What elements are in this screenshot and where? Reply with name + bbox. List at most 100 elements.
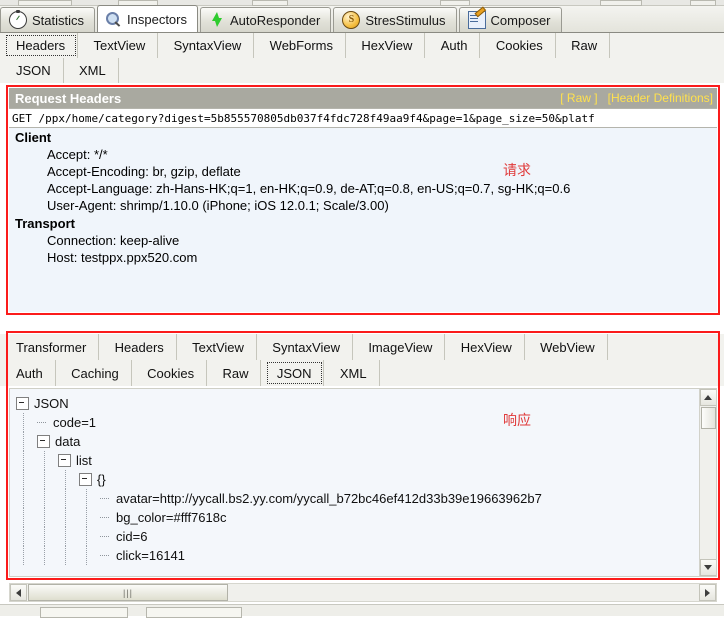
request-line[interactable]: GET /ppx/home/category?digest=5b85557080…: [9, 108, 717, 128]
header-group-client-title: Client: [15, 130, 52, 145]
req-tab-syntaxview[interactable]: SyntaxView: [162, 33, 255, 58]
header-accept-encoding: Accept-Encoding: br, gzip, deflate: [47, 164, 241, 179]
vertical-scroll-thumb[interactable]: [700, 407, 716, 429]
tree-indent-guides: [16, 470, 79, 489]
json-tree-node-label: avatar=http://yycall.bs2.yy.com/yycall_b…: [116, 491, 542, 506]
tree-guide-line: [58, 546, 79, 565]
resp-tab-caching[interactable]: Caching: [59, 360, 132, 386]
tab-inspectors[interactable]: Inspectors: [97, 5, 198, 32]
resp-tab-textview[interactable]: TextView: [180, 334, 257, 360]
tree-indent-guides: [16, 527, 100, 546]
request-inspector-tabs-row1: Headers TextView SyntaxView WebForms Hex…: [0, 33, 724, 58]
status-chip[interactable]: [40, 607, 128, 618]
tree-guide-line: [58, 470, 79, 489]
raw-link[interactable]: [ Raw ]: [560, 91, 597, 105]
req-tab-textview[interactable]: TextView: [81, 33, 159, 58]
req-tab-webforms[interactable]: WebForms: [258, 33, 346, 58]
resp-tab-xml[interactable]: XML: [328, 360, 380, 386]
header-definitions-link[interactable]: [Header Definitions]: [608, 91, 713, 105]
scroll-left-arrow[interactable]: [10, 584, 27, 601]
resp-tab-cookies[interactable]: Cookies: [135, 360, 208, 386]
request-headers-panel: Request Headers [ Raw ] [Header Definiti…: [9, 88, 717, 312]
resp-tab-headers[interactable]: Headers: [103, 334, 177, 360]
tree-leaf-connector: [100, 527, 113, 546]
tree-collapse-icon[interactable]: [58, 454, 71, 467]
scroll-right-arrow[interactable]: [699, 584, 716, 601]
lightning-bolt-icon: [209, 12, 225, 28]
json-tree-node-label: {}: [97, 472, 106, 487]
tab-autoresponder[interactable]: AutoResponder: [200, 7, 332, 32]
json-tree-node[interactable]: cid=6: [16, 527, 699, 546]
scroll-thumb-grip: |||: [122, 587, 133, 598]
response-json-panel: JSON code=1 data list {} avatar=http://yycall…: [9, 388, 717, 577]
resp-tab-webview[interactable]: WebView: [528, 334, 608, 360]
tree-guide-line: [58, 489, 79, 508]
vertical-scroll-track[interactable]: [700, 429, 717, 559]
tab-statistics[interactable]: Statistics: [0, 7, 96, 32]
tree-guide-line: [79, 508, 100, 527]
response-inspector-tabs-row2: Auth Caching Cookies Raw JSON XML: [0, 360, 724, 386]
request-headers-titlebar: Request Headers [ Raw ] [Header Definiti…: [9, 88, 717, 108]
response-annotation-label: 响应: [503, 413, 531, 429]
json-horizontal-scrollbar[interactable]: |||: [9, 583, 717, 602]
header-user-agent: User-Agent: shrimp/1.10.0 (iPhone; iOS 1…: [47, 198, 389, 213]
resp-tab-transformer[interactable]: Transformer: [4, 334, 100, 360]
json-tree-node-label: list: [76, 453, 92, 468]
tree-guide-line: [58, 508, 79, 527]
header-connection: Connection: keep-alive: [47, 233, 180, 248]
status-bar-sliver: [0, 604, 724, 618]
status-chip[interactable]: [146, 607, 242, 618]
tree-guide-line: [16, 451, 37, 470]
tree-leaf-connector: [37, 413, 50, 432]
json-tree-node[interactable]: code=1: [16, 413, 699, 432]
json-tree[interactable]: JSON code=1 data list {} avatar=http://yycall…: [10, 389, 699, 576]
main-tabstrip: Statistics Inspectors AutoResponder S St…: [0, 5, 724, 33]
stopwatch-icon: [9, 9, 27, 29]
tree-guide-line: [58, 527, 79, 546]
resp-tab-json[interactable]: JSON: [265, 360, 325, 386]
json-tree-node[interactable]: JSON: [16, 394, 699, 413]
response-inspector-tabs-row1: Transformer Headers TextView SyntaxView …: [0, 334, 724, 360]
tree-collapse-icon[interactable]: [79, 473, 92, 486]
tab-inspectors-label: Inspectors: [127, 11, 187, 27]
s-circle-icon: S: [342, 11, 361, 29]
resp-tab-raw[interactable]: Raw: [210, 360, 262, 386]
horizontal-scroll-track[interactable]: [228, 584, 699, 601]
tree-indent-guides: [16, 432, 37, 451]
json-tree-node-label: JSON: [34, 396, 69, 411]
json-tree-node[interactable]: {}: [16, 470, 699, 489]
json-tree-node[interactable]: bg_color=#fff7618c: [16, 508, 699, 527]
json-tree-node[interactable]: avatar=http://yycall.bs2.yy.com/yycall_b…: [16, 489, 699, 508]
tree-guide-line: [16, 489, 37, 508]
scroll-down-arrow[interactable]: [699, 559, 716, 576]
tree-guide-line: [16, 470, 37, 489]
req-tab-xml[interactable]: XML: [67, 58, 119, 83]
json-tree-node[interactable]: list: [16, 451, 699, 470]
tree-collapse-icon[interactable]: [16, 397, 29, 410]
resp-tab-imageview[interactable]: ImageView: [356, 334, 446, 360]
tree-leaf-connector: [100, 546, 113, 565]
json-tree-node[interactable]: data: [16, 432, 699, 451]
tab-composer[interactable]: Composer: [458, 7, 562, 32]
json-tree-node[interactable]: click=16141: [16, 546, 699, 565]
tree-collapse-icon[interactable]: [37, 435, 50, 448]
req-tab-auth[interactable]: Auth: [429, 33, 481, 58]
tree-guide-line: [37, 451, 58, 470]
tree-guide-line: [37, 527, 58, 546]
req-tab-raw[interactable]: Raw: [559, 33, 611, 58]
req-tab-cookies[interactable]: Cookies: [484, 33, 556, 58]
req-tab-hexview[interactable]: HexView: [349, 33, 426, 58]
scroll-up-arrow[interactable]: [699, 389, 716, 406]
req-tab-json[interactable]: JSON: [4, 58, 64, 83]
req-tab-headers[interactable]: Headers: [4, 33, 79, 58]
tree-indent-guides: [16, 413, 37, 432]
magnifier-icon: [106, 11, 122, 27]
json-vertical-scrollbar[interactable]: [699, 389, 716, 576]
horizontal-scroll-thumb[interactable]: |||: [28, 584, 228, 601]
tree-leaf-connector: [100, 508, 113, 527]
resp-tab-hexview[interactable]: HexView: [449, 334, 525, 360]
resp-tab-auth[interactable]: Auth: [4, 360, 56, 386]
request-annotation-label: 请求: [503, 163, 531, 179]
resp-tab-syntaxview[interactable]: SyntaxView: [260, 334, 353, 360]
tab-stresstimulus[interactable]: S StresStimulus: [333, 7, 457, 32]
